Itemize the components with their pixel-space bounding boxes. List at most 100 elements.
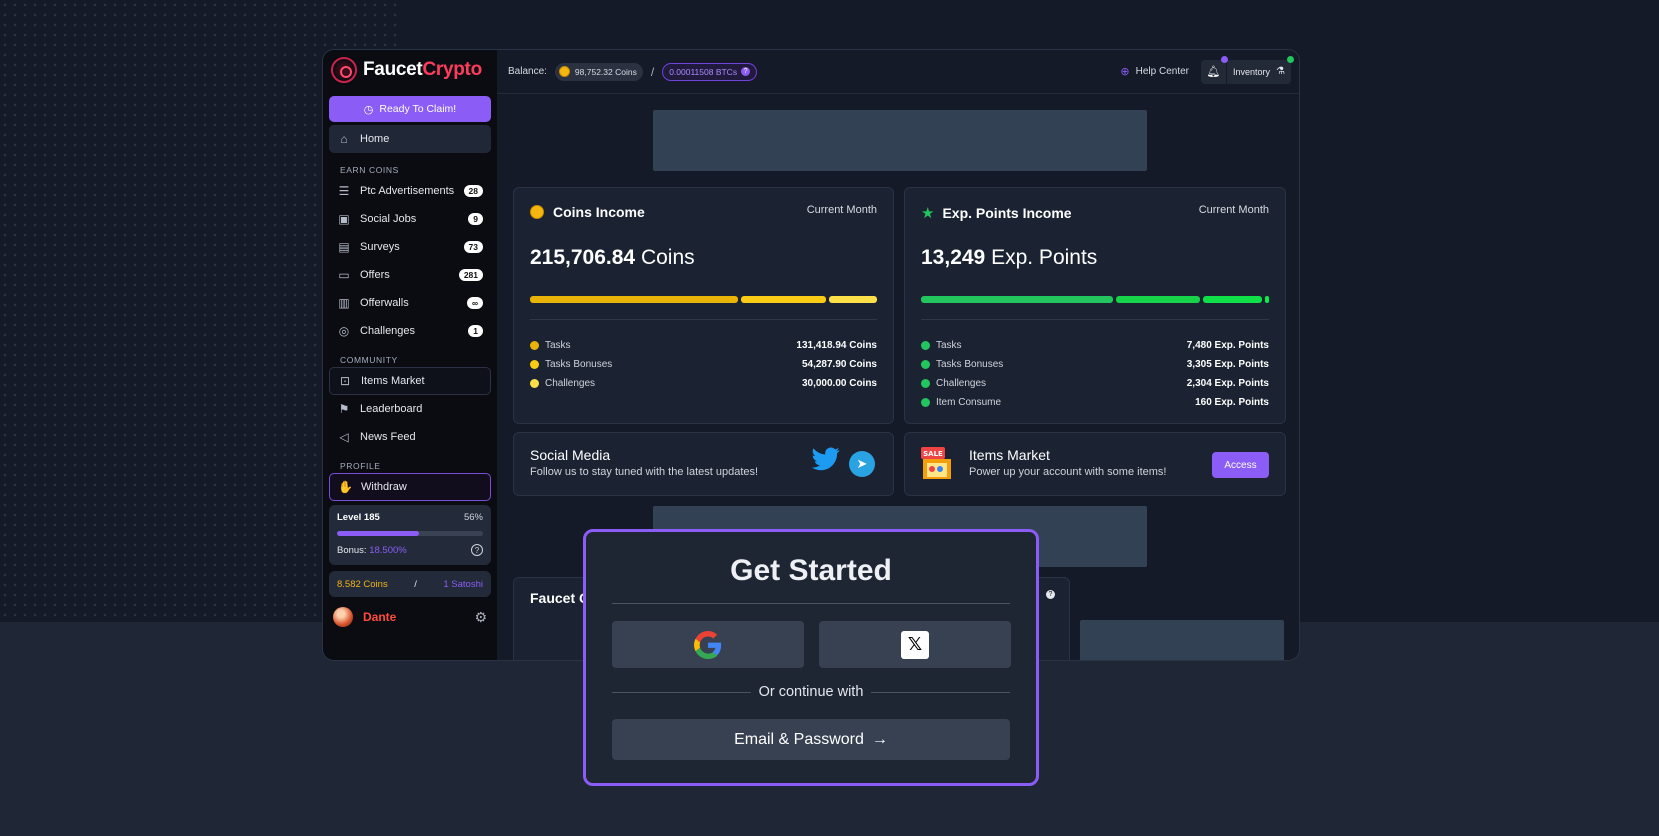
btc-balance-pill[interactable]: 0.00011508 BTCs ? — [662, 62, 758, 81]
coin-icon — [558, 66, 570, 77]
sidebar-item-label: Home — [360, 133, 390, 145]
item-value: 131,418.94 Coins — [796, 340, 877, 351]
target-icon: ◎ — [338, 324, 350, 338]
exp-income-card: ★ Exp. Points Income Current Month 13,24… — [904, 187, 1286, 424]
card-title: Coins Income — [553, 204, 645, 220]
megaphone-icon: ◁ — [339, 430, 349, 444]
item-label: Tasks — [545, 340, 571, 351]
inventory-label: Inventory — [1233, 66, 1271, 77]
gear-icon[interactable]: ⚙ — [474, 609, 487, 626]
ad-banner-top[interactable] — [653, 110, 1147, 171]
sidebar-item-news-feed[interactable]: ◁ News Feed — [329, 423, 491, 451]
legend-dot — [530, 341, 539, 350]
avatar[interactable] — [333, 607, 353, 627]
level-card: Level 185 56% Bonus: 18.500% ? — [329, 505, 491, 565]
notifications-inventory-group: 🔔︎ Inventory ⚗ — [1201, 55, 1294, 84]
telegram-icon[interactable]: ➤ — [849, 451, 875, 477]
notification-dot — [1221, 55, 1228, 63]
list-item: Item Consume 160 Exp. Points — [921, 393, 1269, 412]
total-value: 13,249 — [921, 246, 986, 269]
sidebar-item-items-market[interactable]: ⊡ Items Market — [329, 367, 491, 395]
online-status-dot — [1287, 55, 1294, 63]
email-password-button[interactable]: Email & Password → — [612, 719, 1010, 760]
sidebar-item-home[interactable]: ⌂ Home — [329, 125, 491, 153]
bar-segment — [1115, 296, 1200, 303]
item-label: Tasks — [936, 340, 962, 351]
question-icon[interactable]: ? — [741, 67, 751, 76]
question-icon[interactable]: ? — [1046, 590, 1055, 599]
item-label: Tasks Bonuses — [545, 359, 613, 370]
bonus-label: Bonus: — [337, 544, 367, 556]
help-center-link[interactable]: ⊕ Help Center — [1120, 65, 1189, 78]
list-icon: ☰ — [338, 184, 350, 198]
ready-to-claim-button[interactable]: ◷ Ready To Claim! — [329, 96, 491, 122]
sidebar-item-offerwalls[interactable]: ▥ Offerwalls ∞ — [329, 289, 491, 317]
access-button[interactable]: Access — [1212, 452, 1269, 478]
card-subtitle: Power up your account with some items! — [969, 466, 1167, 478]
coins-balance-pill[interactable]: 98,752.32 Coins — [554, 62, 643, 81]
card-title: Social Media — [530, 447, 611, 463]
sidebar-item-label: Ptc Advertisements — [360, 185, 455, 197]
hand-coin-icon: ✋ — [338, 480, 353, 494]
item-value: 3,305 Exp. Points — [1186, 359, 1269, 370]
sidebar-item-label: Offers — [360, 269, 390, 281]
help-circle-icon[interactable]: ? — [471, 544, 483, 556]
bar-segment — [530, 296, 739, 303]
bell-icon: 🔔︎ — [1206, 66, 1221, 78]
ad-banner-side[interactable] — [1080, 620, 1284, 660]
item-value: 30,000.00 Coins — [801, 378, 877, 389]
legend-dot — [530, 379, 539, 388]
twitter-icon[interactable] — [812, 447, 840, 478]
total-unit: Exp. Points — [991, 246, 1098, 269]
logo-text-red: Crypto — [422, 59, 482, 80]
coins-balance: 98,752.32 Coins — [574, 66, 637, 77]
home-icon: ⌂ — [340, 132, 348, 146]
bar-segment — [1264, 296, 1269, 303]
claim-label: Ready To Claim! — [379, 103, 457, 115]
sidebar-item-ptc-advertisements[interactable]: ☰ Ptc Advertisements 28 — [329, 177, 491, 205]
level-label: Level 185 — [337, 512, 380, 523]
item-label: Item Consume — [936, 397, 1002, 408]
exp-breakdown-list: Tasks 7,480 Exp. Points Tasks Bonuses 3,… — [921, 336, 1269, 412]
section-earn-coins: EARN COINS — [340, 165, 399, 175]
coins-breakdown-list: Tasks 131,418.94 Coins Tasks Bonuses 54,… — [530, 336, 877, 393]
section-community: COMMUNITY — [340, 355, 398, 365]
sale-sign-text: SALE — [923, 450, 943, 458]
legend-dot — [530, 360, 539, 369]
count-badge: 28 — [463, 185, 483, 197]
item-value: 7,480 Exp. Points — [1186, 340, 1269, 351]
separator: / — [650, 64, 655, 79]
sidebar-item-withdraw[interactable]: ✋ Withdraw — [329, 473, 491, 501]
user-profile[interactable]: Dante ⚙ — [329, 600, 491, 634]
section-profile: PROFILE — [340, 461, 381, 471]
google-login-button[interactable] — [612, 621, 804, 668]
sidebar-item-leaderboard[interactable]: ⚑ Leaderboard — [329, 395, 491, 423]
modal-title: Get Started — [730, 554, 892, 587]
list-item: Challenges 2,304 Exp. Points — [921, 374, 1269, 393]
flask-icon: ⚗ — [1276, 66, 1285, 77]
sidebar-item-label: Withdraw — [361, 481, 407, 493]
items-market-card: SALE Items Market Power up your account … — [904, 432, 1286, 496]
x-login-button[interactable]: 𝕏 — [819, 621, 1011, 668]
star-icon: ★ — [921, 205, 935, 222]
total-value: 215,706.84 — [530, 246, 636, 269]
item-label: Tasks Bonuses — [936, 359, 1004, 370]
inventory-button[interactable]: Inventory ⚗ — [1227, 66, 1291, 77]
notifications-button[interactable]: 🔔︎ — [1201, 55, 1228, 84]
sidebar-item-surveys[interactable]: ▤ Surveys 73 — [329, 233, 491, 261]
sidebar-item-challenges[interactable]: ◎ Challenges 1 — [329, 317, 491, 345]
chat-icon: ▤ — [338, 240, 350, 254]
flag-icon: ⚑ — [338, 402, 350, 416]
sidebar-item-label: Challenges — [360, 325, 416, 337]
logo[interactable]: FaucetCrypto — [329, 50, 491, 90]
count-badge: 1 — [468, 325, 483, 337]
sidebar-item-social-jobs[interactable]: ▣ Social Jobs 9 — [329, 205, 491, 233]
count-badge: 281 — [458, 269, 483, 281]
clock-icon: ◷ — [363, 103, 374, 116]
sidebar-item-offers[interactable]: ▭ Offers 281 — [329, 261, 491, 289]
bar-segment — [829, 296, 877, 303]
user-name[interactable]: Dante — [363, 610, 396, 624]
coins-rate: 8.582 Coins — [337, 578, 388, 590]
divider — [612, 603, 1010, 604]
card-title: Exp. Points Income — [942, 205, 1072, 221]
